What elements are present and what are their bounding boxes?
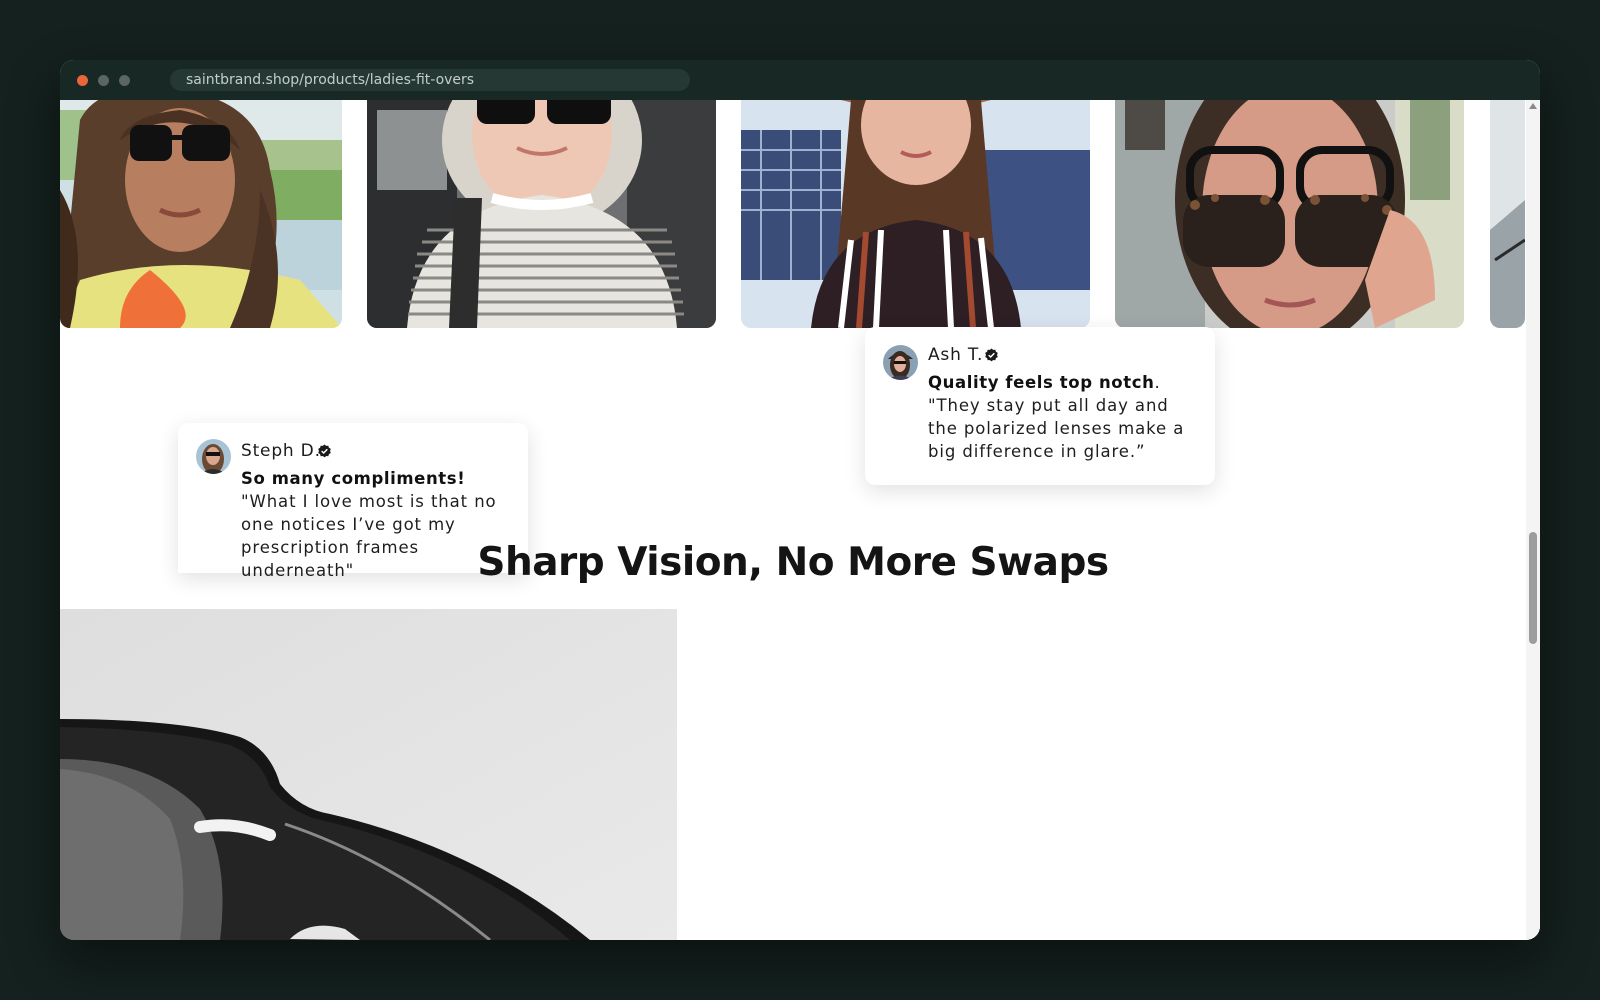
reviewer-name: Steph D. <box>241 441 321 461</box>
window-maximize-button[interactable] <box>119 75 130 86</box>
photo-woman-tortoise-glasses-icon <box>1115 100 1464 328</box>
verified-badge-icon <box>318 444 331 458</box>
photo-partial-icon <box>1490 100 1525 328</box>
avatar <box>883 345 918 380</box>
browser-titlebar: saintbrand.shop/products/ladies-fit-over… <box>60 60 1540 100</box>
browser-window: saintbrand.shop/products/ladies-fit-over… <box>60 60 1540 940</box>
review-photo-1[interactable] <box>60 100 342 328</box>
avatar <box>196 439 231 474</box>
reviewer-name: Ash T. <box>928 345 984 365</box>
page-scrollbar[interactable] <box>1526 100 1540 940</box>
scroll-up-arrow-icon[interactable] <box>1529 103 1537 109</box>
verified-badge-icon <box>985 348 998 362</box>
review-quote: Quality feels top notch. "They stay put … <box>928 371 1200 463</box>
scrollbar-thumb[interactable] <box>1529 532 1537 644</box>
page-viewport: Steph D. So many compliments! "What I lo… <box>60 100 1540 940</box>
address-bar[interactable]: saintbrand.shop/products/ladies-fit-over… <box>170 69 690 91</box>
review-headline: So many compliments! <box>241 469 466 488</box>
sunglasses-closeup-icon <box>60 609 677 940</box>
review-headline: Quality feels top notch <box>928 373 1155 392</box>
review-photo-2[interactable] <box>367 100 716 328</box>
product-image[interactable] <box>60 609 677 940</box>
review-photo-4[interactable] <box>1115 100 1464 328</box>
photo-woman-curly-hair-icon <box>60 100 342 328</box>
review-card-ash: Ash T. Quality feels top notch. "They st… <box>865 327 1215 485</box>
window-minimize-button[interactable] <box>98 75 109 86</box>
photo-woman-hat-icon <box>741 100 1090 328</box>
avatar-steph-icon <box>196 439 231 474</box>
avatar-ash-icon <box>883 345 918 380</box>
window-close-button[interactable] <box>77 75 88 86</box>
review-photo-5[interactable] <box>1490 100 1525 328</box>
photo-woman-car-icon <box>367 100 716 328</box>
section-title: Sharp Vision, No More Swaps <box>477 540 1109 585</box>
review-photo-3[interactable] <box>741 100 1090 328</box>
